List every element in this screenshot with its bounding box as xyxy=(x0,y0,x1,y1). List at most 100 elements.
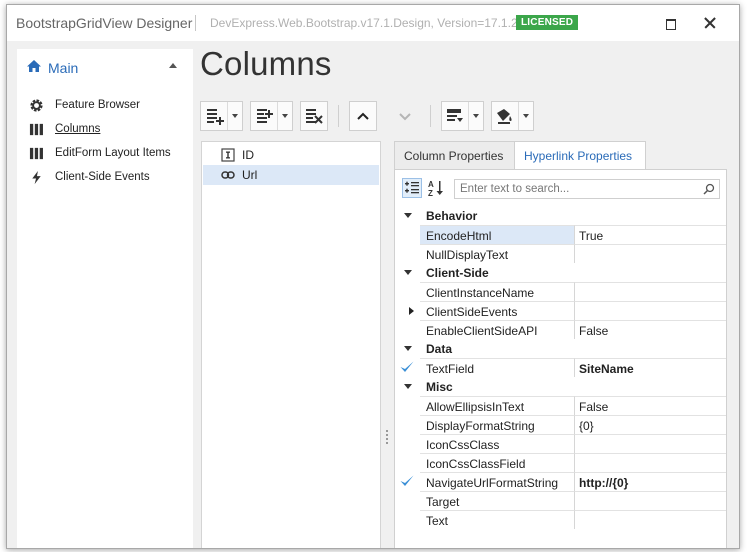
list-item[interactable]: ID xyxy=(203,145,379,165)
insert-column-dropdown[interactable] xyxy=(277,102,292,130)
checkmark-icon xyxy=(400,361,414,372)
property-value[interactable] xyxy=(575,453,726,472)
window-title: BootstrapGridView Designer xyxy=(16,15,193,31)
property-row-client-side-events[interactable]: ClientSideEvents xyxy=(395,301,726,320)
property-row-null-display-text[interactable]: NullDisplayText xyxy=(395,244,726,263)
property-row-navigate-url-format[interactable]: NavigateUrlFormatString http://{0} xyxy=(395,472,726,491)
property-row-encode-html[interactable]: EncodeHtml True xyxy=(395,225,726,244)
property-name: Text xyxy=(420,510,575,529)
collapse-arrow-icon[interactable] xyxy=(404,270,412,275)
property-row-icon-css-class[interactable]: IconCssClass xyxy=(395,434,726,453)
svg-text:Z: Z xyxy=(428,189,433,198)
property-row-text-field[interactable]: TextField SiteName xyxy=(395,358,726,377)
property-value[interactable] xyxy=(575,282,726,301)
property-row-allow-ellipsis[interactable]: AllowEllipsisInText False xyxy=(395,396,726,415)
change-column-type-dropdown[interactable] xyxy=(468,102,483,130)
property-row-target[interactable]: Target xyxy=(395,491,726,510)
change-column-type-button[interactable] xyxy=(441,101,484,131)
category-row-behavior[interactable]: Behavior xyxy=(395,206,726,225)
list-item[interactable]: Url xyxy=(203,165,379,185)
property-value[interactable]: True xyxy=(575,225,726,244)
move-up-button[interactable] xyxy=(349,101,377,131)
column-list: ID Url xyxy=(201,141,381,548)
column-name: Url xyxy=(242,168,258,182)
property-value[interactable]: False xyxy=(575,320,726,339)
title-separator xyxy=(195,15,196,31)
nav-item-columns[interactable]: Columns xyxy=(29,120,189,140)
lightning-icon xyxy=(32,170,41,185)
property-value[interactable]: http://{0} xyxy=(575,472,726,491)
collapse-arrow-icon[interactable] xyxy=(404,213,412,218)
property-value[interactable] xyxy=(575,510,726,529)
column-type-icon xyxy=(447,109,463,122)
expand-arrow-icon[interactable] xyxy=(409,307,414,315)
columns-icon xyxy=(29,147,43,160)
property-name: NullDisplayText xyxy=(420,244,575,263)
category-row-data[interactable]: Data xyxy=(395,339,726,358)
property-row-client-instance-name[interactable]: ClientInstanceName xyxy=(395,282,726,301)
category-row-misc[interactable]: Misc xyxy=(395,377,726,396)
category-label: Misc xyxy=(426,380,453,394)
property-grid: A Z Behavior EncodeHtml True xyxy=(394,169,727,548)
nav-item-label: Feature Browser xyxy=(55,99,141,111)
tab-hyperlink-properties[interactable]: Hyperlink Properties xyxy=(514,141,646,170)
property-row-icon-css-class-field[interactable]: IconCssClassField xyxy=(395,453,726,472)
title-bar: BootstrapGridView Designer DevExpress.We… xyxy=(7,5,739,41)
categorized-icon xyxy=(405,181,419,194)
designer-window: BootstrapGridView Designer DevExpress.We… xyxy=(6,4,740,549)
hyperlink-icon xyxy=(221,171,235,179)
property-value[interactable] xyxy=(575,301,726,320)
tab-column-properties[interactable]: Column Properties xyxy=(394,141,514,170)
property-value[interactable]: False xyxy=(575,396,726,415)
property-name: IconCssClassField xyxy=(420,453,575,472)
add-column-dropdown[interactable] xyxy=(227,102,242,130)
property-value[interactable] xyxy=(575,434,726,453)
column-style-button[interactable] xyxy=(491,101,534,131)
maximize-button[interactable] xyxy=(662,15,678,31)
property-value[interactable]: {0} xyxy=(575,415,726,434)
property-search-box[interactable] xyxy=(454,179,720,199)
alphabetical-view-button[interactable]: A Z xyxy=(426,178,446,198)
panel-splitter[interactable] xyxy=(385,430,389,446)
property-name: ClientInstanceName xyxy=(420,282,575,301)
sort-az-icon: A Z xyxy=(428,180,443,198)
property-value[interactable] xyxy=(575,491,726,510)
collapse-arrow-icon[interactable] xyxy=(404,384,412,389)
property-name: ClientSideEvents xyxy=(420,301,575,320)
property-row-display-format[interactable]: DisplayFormatString {0} xyxy=(395,415,726,434)
svg-text:A: A xyxy=(428,180,434,189)
property-value[interactable]: SiteName xyxy=(575,358,726,377)
checkmark-icon xyxy=(400,475,414,486)
move-down-button[interactable] xyxy=(391,101,419,131)
nav-item-feature-browser[interactable]: Feature Browser xyxy=(29,96,189,116)
collapse-arrow-icon[interactable] xyxy=(169,63,177,68)
nav-item-editform-layout[interactable]: EditForm Layout Items xyxy=(29,144,189,164)
delete-column-button[interactable] xyxy=(300,101,328,131)
column-style-dropdown[interactable] xyxy=(518,102,533,130)
column-name: ID xyxy=(242,148,254,162)
property-row-text[interactable]: Text xyxy=(395,510,726,529)
categorized-view-button[interactable] xyxy=(402,178,422,198)
close-button[interactable] xyxy=(702,15,718,31)
property-row-enable-client-side-api[interactable]: EnableClientSideAPI False xyxy=(395,320,726,339)
property-name: DisplayFormatString xyxy=(420,415,575,434)
category-label: Client-Side xyxy=(426,266,489,280)
chevron-up-icon xyxy=(357,112,369,120)
collapse-arrow-icon[interactable] xyxy=(404,346,412,351)
nav-item-client-side-events[interactable]: Client-Side Events xyxy=(29,168,189,188)
toolbar-separator xyxy=(338,105,339,127)
nav-group-title: Main xyxy=(48,60,79,76)
property-name: IconCssClass xyxy=(420,434,575,453)
delete-column-icon xyxy=(306,109,323,124)
insert-column-icon xyxy=(257,109,273,123)
property-value[interactable] xyxy=(575,244,726,263)
chevron-down-icon xyxy=(399,113,411,121)
category-row-client-side[interactable]: Client-Side xyxy=(395,263,726,282)
search-icon xyxy=(703,183,715,195)
insert-column-button[interactable] xyxy=(250,101,293,131)
add-column-button[interactable] xyxy=(200,101,243,131)
nav-group-header[interactable]: Main xyxy=(17,49,193,83)
home-icon xyxy=(27,60,41,72)
text-field-icon xyxy=(221,148,235,162)
property-search-input[interactable] xyxy=(455,180,695,198)
